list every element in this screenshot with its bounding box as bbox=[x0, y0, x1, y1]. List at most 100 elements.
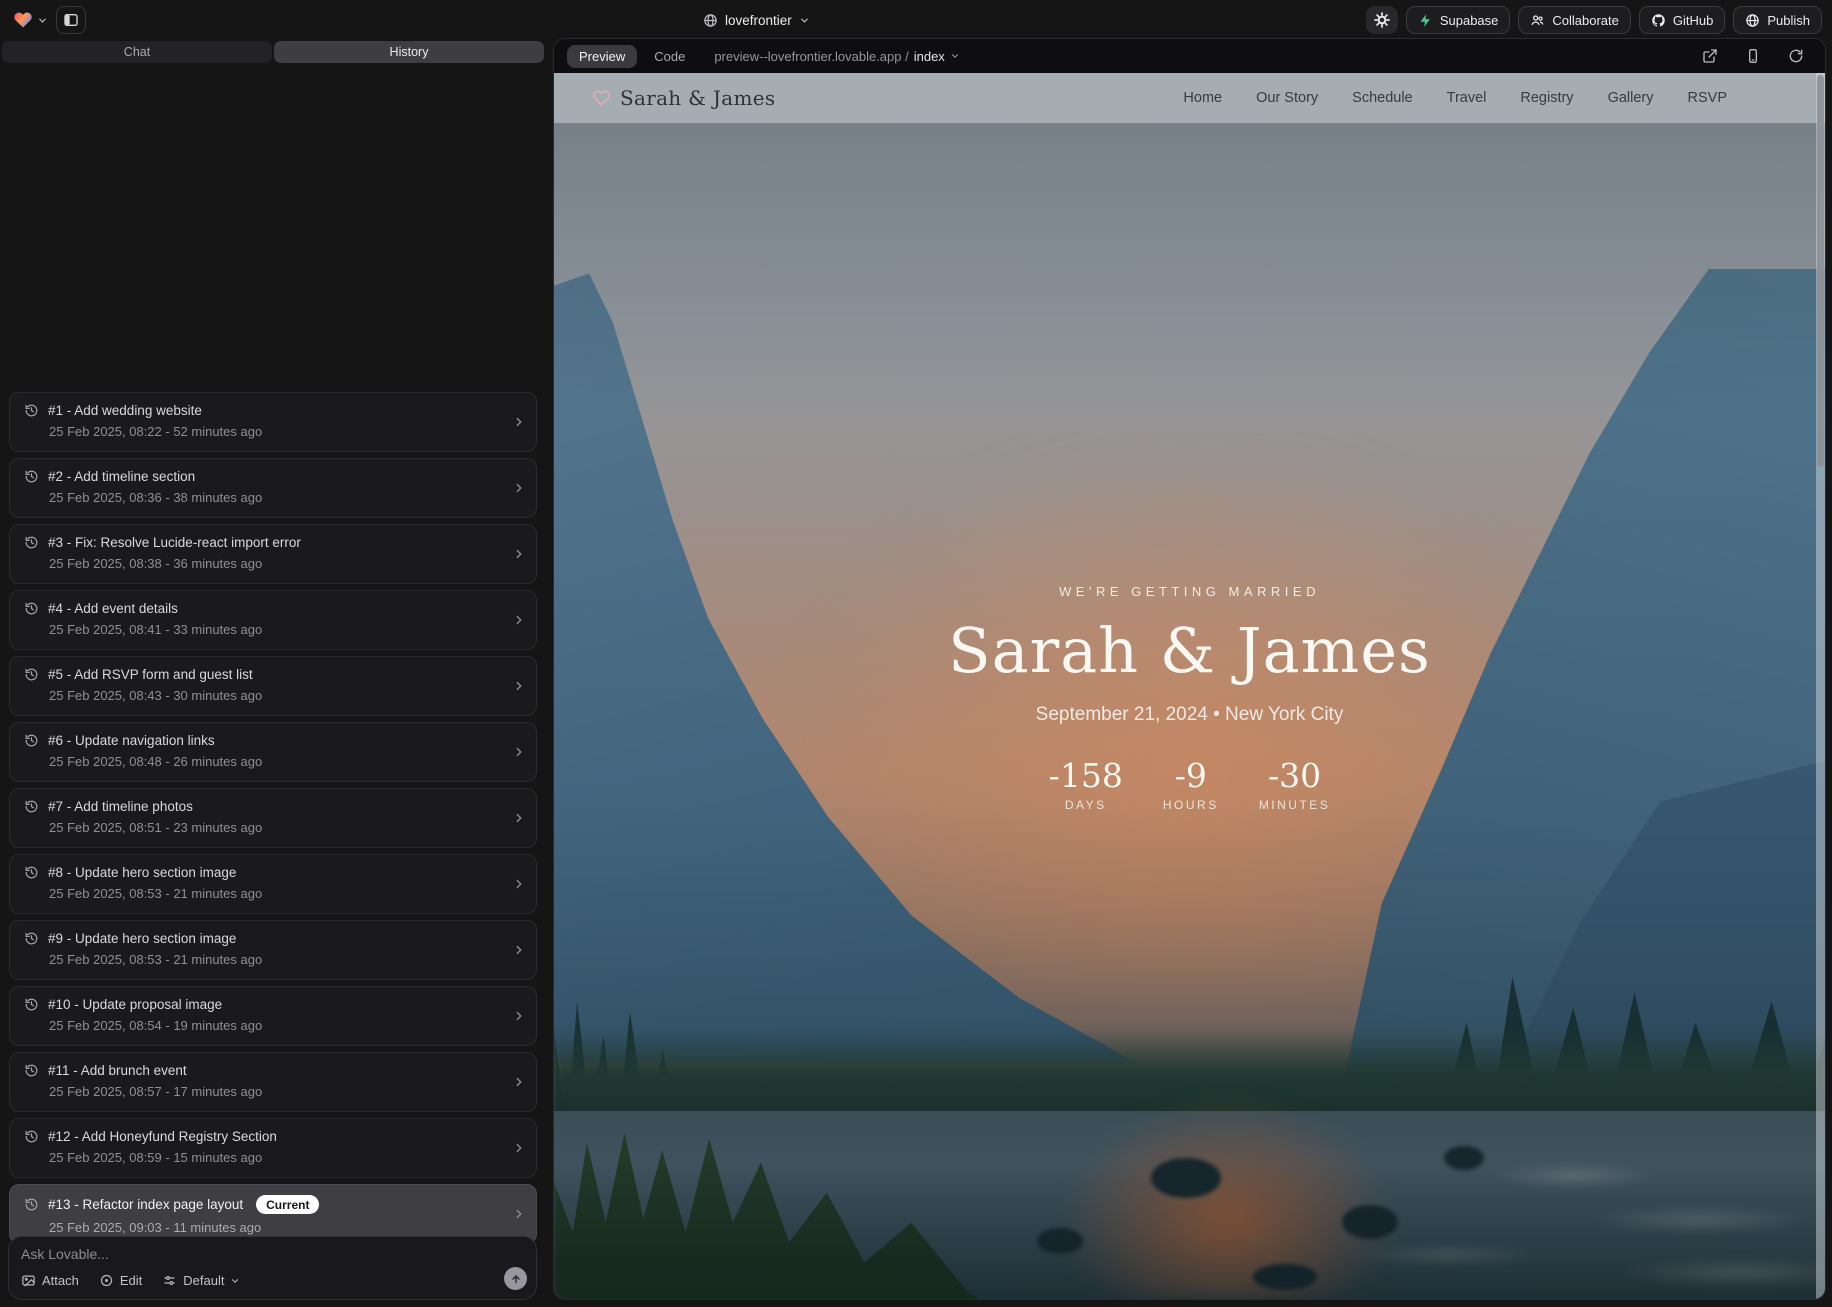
countdown-item: -30MINUTES bbox=[1259, 759, 1331, 812]
sidebar-toggle-button[interactable] bbox=[56, 6, 86, 34]
hero-content: WE'RE GETTING MARRIED Sarah & James Sept… bbox=[554, 584, 1825, 812]
preview-url-page: index bbox=[914, 49, 945, 64]
tab-history[interactable]: History bbox=[274, 41, 544, 63]
history-item-title: #11 - Add brunch event bbox=[48, 1063, 187, 1078]
history-item[interactable]: #12 - Add Honeyfund Registry Section 25 … bbox=[9, 1118, 537, 1178]
history-item-title: #1 - Add wedding website bbox=[48, 403, 202, 418]
hero-section: WE'RE GETTING MARRIED Sarah & James Sept… bbox=[554, 123, 1825, 1299]
tab-code[interactable]: Code bbox=[650, 45, 689, 68]
history-item-meta: 25 Feb 2025, 08:41 - 33 minutes ago bbox=[49, 622, 522, 637]
history-item-meta: 25 Feb 2025, 08:36 - 38 minutes ago bbox=[49, 490, 522, 505]
countdown-value: -158 bbox=[1049, 759, 1123, 792]
image-icon bbox=[21, 1273, 36, 1288]
current-badge: Current bbox=[256, 1195, 319, 1214]
collaborate-label: Collaborate bbox=[1552, 13, 1619, 28]
nav-link-travel[interactable]: Travel bbox=[1447, 90, 1487, 106]
preview-url[interactable]: preview--lovefrontier.lovable.app / inde… bbox=[714, 49, 959, 64]
history-item-meta: 25 Feb 2025, 08:43 - 30 minutes ago bbox=[49, 688, 522, 703]
history-item[interactable]: #13 - Refactor index page layout Current… bbox=[9, 1184, 537, 1244]
history-item[interactable]: #1 - Add wedding website 25 Feb 2025, 08… bbox=[9, 392, 537, 452]
countdown: -158DAYS-9HOURS-30MINUTES bbox=[1049, 759, 1331, 812]
hero-title: Sarah & James bbox=[948, 614, 1431, 687]
github-icon bbox=[1651, 13, 1666, 28]
send-button[interactable] bbox=[504, 1267, 527, 1290]
attach-button[interactable]: Attach bbox=[21, 1273, 79, 1288]
nav-link-our-story[interactable]: Our Story bbox=[1256, 90, 1318, 106]
chevron-right-icon bbox=[512, 1141, 526, 1155]
history-item[interactable]: #5 - Add RSVP form and guest list 25 Feb… bbox=[9, 656, 537, 716]
site-header: Sarah & James Home Our Story Schedule Trave… bbox=[554, 73, 1825, 123]
github-button[interactable]: GitHub bbox=[1639, 6, 1725, 34]
nav-link-rsvp[interactable]: RSVP bbox=[1688, 90, 1728, 106]
tab-preview[interactable]: Preview bbox=[567, 45, 637, 68]
preview-scrollbar[interactable] bbox=[1816, 73, 1825, 1299]
refresh-button[interactable] bbox=[1788, 48, 1804, 64]
history-clock-icon bbox=[24, 1063, 39, 1078]
history-item[interactable]: #7 - Add timeline photos 25 Feb 2025, 08… bbox=[9, 788, 537, 848]
history-item-title: #6 - Update navigation links bbox=[48, 733, 215, 748]
history-item-meta: 25 Feb 2025, 08:59 - 15 minutes ago bbox=[49, 1150, 522, 1165]
preview-scrollbar-thumb[interactable] bbox=[1817, 75, 1824, 467]
publish-button[interactable]: Publish bbox=[1733, 6, 1822, 34]
project-name: lovefrontier bbox=[725, 13, 792, 28]
history-item-meta: 25 Feb 2025, 08:53 - 21 minutes ago bbox=[49, 886, 522, 901]
users-icon bbox=[1530, 13, 1545, 28]
external-link-icon bbox=[1702, 48, 1718, 64]
supabase-button[interactable]: Supabase bbox=[1406, 6, 1511, 34]
mode-select[interactable]: Default bbox=[162, 1273, 240, 1288]
settings-button[interactable] bbox=[1366, 6, 1398, 34]
edit-button[interactable]: Edit bbox=[99, 1273, 142, 1288]
chevron-right-icon bbox=[512, 481, 526, 495]
chevron-right-icon bbox=[512, 1207, 526, 1221]
history-item[interactable]: #10 - Update proposal image 25 Feb 2025,… bbox=[9, 986, 537, 1046]
nav-link-registry[interactable]: Registry bbox=[1520, 90, 1573, 106]
history-item[interactable]: #11 - Add brunch event 25 Feb 2025, 08:5… bbox=[9, 1052, 537, 1112]
history-item[interactable]: #4 - Add event details 25 Feb 2025, 08:4… bbox=[9, 590, 537, 650]
history-item-title: #9 - Update hero section image bbox=[48, 931, 236, 946]
collaborate-button[interactable]: Collaborate bbox=[1518, 6, 1631, 34]
github-label: GitHub bbox=[1673, 13, 1713, 28]
preview-pane: Preview Code preview--lovefrontier.lovab… bbox=[553, 38, 1826, 1300]
history-clock-icon bbox=[24, 1197, 39, 1212]
mobile-view-button[interactable] bbox=[1745, 48, 1761, 64]
hero-eyebrow: WE'RE GETTING MARRIED bbox=[1059, 584, 1320, 599]
history-item-meta: 25 Feb 2025, 08:48 - 26 minutes ago bbox=[49, 754, 522, 769]
history-item[interactable]: #6 - Update navigation links 25 Feb 2025… bbox=[9, 722, 537, 782]
project-switcher[interactable]: lovefrontier bbox=[703, 0, 810, 40]
tab-chat[interactable]: Chat bbox=[2, 41, 272, 63]
lovable-logo-menu[interactable] bbox=[10, 8, 50, 32]
history-clock-icon bbox=[24, 535, 39, 550]
history-clock-icon bbox=[24, 667, 39, 682]
heart-icon bbox=[592, 89, 611, 107]
history-clock-icon bbox=[24, 931, 39, 946]
target-icon bbox=[99, 1273, 114, 1288]
history-item-title: #2 - Add timeline section bbox=[48, 469, 195, 484]
history-item-meta: 25 Feb 2025, 08:51 - 23 minutes ago bbox=[49, 820, 522, 835]
open-external-button[interactable] bbox=[1702, 48, 1718, 64]
chat-composer: Attach Edit Default bbox=[8, 1236, 537, 1300]
edit-label: Edit bbox=[120, 1273, 142, 1288]
history-item[interactable]: #3 - Fix: Resolve Lucide-react import er… bbox=[9, 524, 537, 584]
history-item-meta: 25 Feb 2025, 09:03 - 11 minutes ago bbox=[49, 1220, 522, 1235]
arrow-up-icon bbox=[510, 1273, 522, 1285]
mode-label: Default bbox=[183, 1273, 224, 1288]
nav-link-home[interactable]: Home bbox=[1183, 90, 1222, 106]
top-bar: lovefrontier Supabase bbox=[0, 0, 1832, 40]
history-item[interactable]: #2 - Add timeline section 25 Feb 2025, 0… bbox=[9, 458, 537, 518]
nav-link-gallery[interactable]: Gallery bbox=[1608, 90, 1654, 106]
history-clock-icon bbox=[24, 799, 39, 814]
tab-code-label: Code bbox=[654, 49, 685, 64]
chevron-right-icon bbox=[512, 1075, 526, 1089]
history-item-meta: 25 Feb 2025, 08:57 - 17 minutes ago bbox=[49, 1084, 522, 1099]
history-item-meta: 25 Feb 2025, 08:54 - 19 minutes ago bbox=[49, 1018, 522, 1033]
nav-link-schedule[interactable]: Schedule bbox=[1352, 90, 1412, 106]
ask-lovable-input[interactable] bbox=[21, 1246, 524, 1262]
history-clock-icon bbox=[24, 403, 39, 418]
hero-subtitle: September 21, 2024 • New York City bbox=[1036, 704, 1344, 726]
publish-label: Publish bbox=[1767, 13, 1810, 28]
site-brand[interactable]: Sarah & James bbox=[592, 86, 775, 110]
countdown-label: DAYS bbox=[1065, 798, 1107, 812]
chevron-right-icon bbox=[512, 877, 526, 891]
history-item[interactable]: #8 - Update hero section image 25 Feb 20… bbox=[9, 854, 537, 914]
history-item[interactable]: #9 - Update hero section image 25 Feb 20… bbox=[9, 920, 537, 980]
